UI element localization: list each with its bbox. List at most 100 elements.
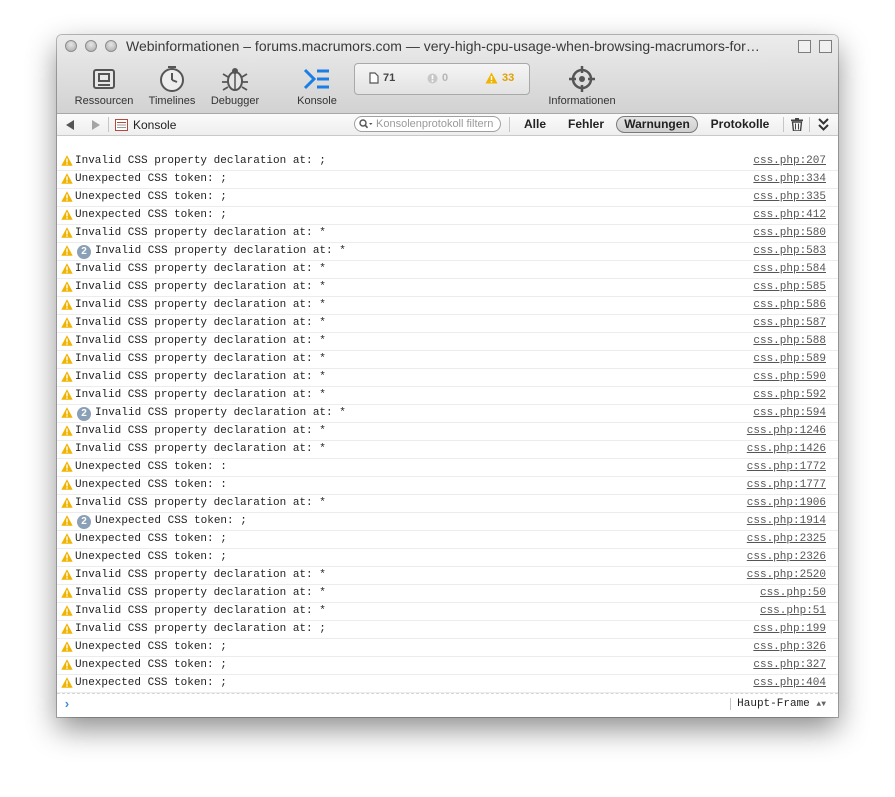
console-message-row[interactable]: Invalid CSS property declaration at: * cs… <box>57 585 838 603</box>
message-text: Invalid CSS property declaration at: * <box>75 227 326 239</box>
console-message-row[interactable]: Invalid CSS property declaration at: * cs… <box>57 387 838 405</box>
console-message-row[interactable]: 2 Invalid CSS property declaration at: * c… <box>57 243 838 261</box>
message-text: Invalid CSS property declaration at: * <box>95 245 346 257</box>
filter-all-button[interactable]: Alle <box>519 116 551 133</box>
source-link[interactable]: css.php:588 <box>753 335 826 347</box>
filter-logs-button[interactable]: Protokolle <box>706 116 774 133</box>
message-text: Invalid CSS property declaration at: * <box>75 335 326 347</box>
source-link[interactable]: css.php:207 <box>753 155 826 167</box>
console-message-row[interactable]: Invalid CSS property declaration at: ; cs… <box>57 153 838 171</box>
source-link[interactable]: css.php:584 <box>753 263 826 275</box>
source-link[interactable]: css.php:2520 <box>747 569 826 581</box>
console-message-row[interactable]: Unexpected CSS token: ; css.php:412 <box>57 207 838 225</box>
source-link[interactable]: css.php:199 <box>753 623 826 635</box>
console-message-row[interactable]: Unexpected CSS token: ; css.php:334 <box>57 171 838 189</box>
source-link[interactable]: css.php:590 <box>753 371 826 383</box>
zoom-window-button[interactable] <box>105 40 117 52</box>
console-message-row[interactable]: Invalid CSS property declaration at: * cs… <box>57 603 838 621</box>
crosshair-icon <box>541 62 623 96</box>
breadcrumb[interactable]: Konsole <box>115 114 176 135</box>
tool-information[interactable]: Informationen <box>541 62 623 107</box>
console-message-row[interactable]: Invalid CSS property declaration at: ; cs… <box>57 621 838 639</box>
source-link[interactable]: css.php:1777 <box>747 479 826 491</box>
dashboard-warnings[interactable]: 33 <box>485 72 514 84</box>
clear-console-button[interactable] <box>791 114 803 135</box>
console-message-row[interactable]: Unexpected CSS token: : css.php:1772 <box>57 459 838 477</box>
source-link[interactable]: css.php:1246 <box>747 425 826 437</box>
close-window-button[interactable] <box>65 40 77 52</box>
console-message-row[interactable]: Unexpected CSS token: ; css.php:2326 <box>57 549 838 567</box>
source-link[interactable]: css.php:589 <box>753 353 826 365</box>
source-link[interactable]: css.php:1772 <box>747 461 826 473</box>
console-message-row[interactable]: Invalid CSS property declaration at: * cs… <box>57 279 838 297</box>
console-message-row[interactable]: Invalid CSS property declaration at: * cs… <box>57 369 838 387</box>
console-message-row[interactable]: Unexpected CSS token: ; css.php:335 <box>57 189 838 207</box>
console-message-row[interactable]: Invalid CSS property declaration at: * cs… <box>57 423 838 441</box>
minimize-window-button[interactable] <box>85 40 97 52</box>
console-message-row[interactable]: 2 Invalid CSS property declaration at: * c… <box>57 405 838 423</box>
breadcrumb-label: Konsole <box>133 117 177 132</box>
search-icon <box>359 119 373 129</box>
warnings-count: 33 <box>502 72 515 84</box>
tool-resources[interactable]: Ressourcen <box>73 62 135 107</box>
source-link[interactable]: css.php:412 <box>753 209 826 221</box>
tool-console[interactable]: Konsole <box>291 62 343 107</box>
forward-button[interactable] <box>91 114 100 135</box>
frame-selector[interactable]: Haupt-Frame ▲▼ <box>730 698 826 710</box>
divider <box>783 117 784 132</box>
message-text: Invalid CSS property declaration at: * <box>75 587 326 599</box>
source-link[interactable]: css.php:1426 <box>747 443 826 455</box>
source-link[interactable]: css.php:2325 <box>747 533 826 545</box>
console-message-row[interactable]: Invalid CSS property declaration at: * cs… <box>57 333 838 351</box>
tool-debugger[interactable]: Debugger <box>207 62 263 107</box>
filter-warnings-button[interactable]: Warnungen <box>616 116 698 133</box>
dock-bottom-button[interactable] <box>798 40 811 53</box>
source-link[interactable]: css.php:585 <box>753 281 826 293</box>
warning-icon <box>485 72 498 84</box>
source-link[interactable]: css.php:587 <box>753 317 826 329</box>
console-message-row[interactable]: Unexpected CSS token: ; css.php:327 <box>57 657 838 675</box>
source-link[interactable]: css.php:50 <box>760 587 826 599</box>
expand-collapse-button[interactable] <box>818 114 829 135</box>
console-message-row[interactable]: 2 Unexpected CSS token: ; css.php:1914 <box>57 513 838 531</box>
window-title: Webinformationen – forums.macrumors.com … <box>126 38 760 54</box>
console-prompt[interactable]: › Haupt-Frame ▲▼ <box>57 693 838 717</box>
console-message-row[interactable]: Invalid CSS property declaration at: * cs… <box>57 297 838 315</box>
source-link[interactable]: css.php:594 <box>753 407 826 419</box>
source-link[interactable]: css.php:327 <box>753 659 826 671</box>
source-link[interactable]: css.php:592 <box>753 389 826 401</box>
source-link[interactable]: css.php:1906 <box>747 497 826 509</box>
dock-side-button[interactable] <box>819 40 832 53</box>
console-message-row[interactable]: Invalid CSS property declaration at: * cs… <box>57 441 838 459</box>
console-message-row[interactable]: Invalid CSS property declaration at: * cs… <box>57 495 838 513</box>
source-link[interactable]: css.php:51 <box>760 605 826 617</box>
source-link[interactable]: css.php:335 <box>753 191 826 203</box>
source-link[interactable]: css.php:580 <box>753 227 826 239</box>
dashboard-errors[interactable]: 0 <box>427 72 448 84</box>
source-link[interactable]: css.php:583 <box>753 245 826 257</box>
source-link[interactable]: css.php:2326 <box>747 551 826 563</box>
message-text: Invalid CSS property declaration at: * <box>75 605 326 617</box>
filter-errors-button[interactable]: Fehler <box>562 116 610 133</box>
console-message-row[interactable]: Unexpected CSS token: ; css.php:326 <box>57 639 838 657</box>
source-link[interactable]: css.php:1914 <box>747 515 826 527</box>
console-filter-search[interactable]: Konsolenprotokoll filtern <box>354 116 501 132</box>
console-message-row[interactable]: Invalid CSS property declaration at: * cs… <box>57 225 838 243</box>
console-message-row[interactable]: Unexpected CSS token: ; css.php:404 <box>57 675 838 693</box>
console-message-row[interactable]: Unexpected CSS token: ; css.php:2325 <box>57 531 838 549</box>
source-link[interactable]: css.php:404 <box>753 677 826 689</box>
console-message-row[interactable]: Invalid CSS property declaration at: * cs… <box>57 567 838 585</box>
source-link[interactable]: css.php:586 <box>753 299 826 311</box>
back-button[interactable] <box>66 114 75 135</box>
console-message-row[interactable]: Invalid CSS property declaration at: * cs… <box>57 315 838 333</box>
dashboard[interactable]: 71 0 33 <box>354 63 530 95</box>
tool-timelines[interactable]: Timelines <box>145 62 199 107</box>
console-message-row[interactable]: Invalid CSS property declaration at: * cs… <box>57 351 838 369</box>
warning-icon <box>61 317 73 332</box>
filter-bar: Konsole Konsolenprotokoll filtern Alle F… <box>57 114 838 136</box>
console-message-row[interactable]: Unexpected CSS token: : css.php:1777 <box>57 477 838 495</box>
dashboard-resources[interactable]: 71 <box>369 72 395 84</box>
source-link[interactable]: css.php:334 <box>753 173 826 185</box>
console-message-row[interactable]: Invalid CSS property declaration at: * cs… <box>57 261 838 279</box>
source-link[interactable]: css.php:326 <box>753 641 826 653</box>
